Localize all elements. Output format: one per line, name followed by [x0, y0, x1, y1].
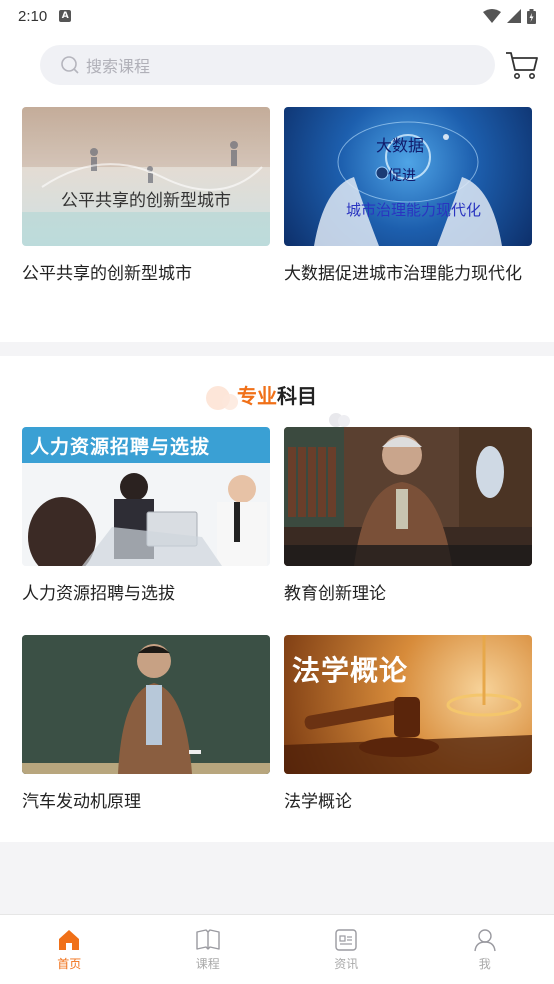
course-card[interactable]: 法学概论 法学概论 [284, 635, 532, 816]
status-time: 2:10 [18, 7, 48, 25]
course-thumbnail: 人力资源招聘与选拔 [22, 427, 270, 566]
cart-button[interactable] [504, 47, 540, 83]
thumbnail-banner: 人力资源招聘与选拔 [30, 436, 211, 458]
tab-news[interactable]: 资讯 [277, 915, 416, 984]
book-icon [196, 929, 220, 950]
course-thumbnail [22, 635, 270, 774]
course-thumbnail: 公平共享的创新型城市 [22, 107, 270, 246]
course-card[interactable]: 人力资源招聘与选拔 人力资源招聘与选拔 [22, 427, 270, 608]
featured-card[interactable]: 大数据 促进 城市治理能力现代化 大数据促进城市治理能力现代化 [284, 107, 532, 288]
signal-icon [507, 9, 521, 23]
wifi-icon [483, 9, 501, 23]
course-title: 汽车发动机原理 [22, 792, 141, 812]
tab-me[interactable]: 我 [416, 915, 554, 984]
course-card[interactable]: 汽车发动机原理 [22, 635, 270, 816]
search-placeholder: 搜索课程 [86, 57, 151, 76]
tab-label: 首页 [57, 957, 82, 971]
section-title: 专业 科目 [0, 374, 554, 427]
subjects-section: 专业 科目 人力资源招聘与选拔 人力资源招聘与选拔 教育创新理论 汽车发动机原理… [0, 356, 554, 842]
course-title: 教育创新理论 [284, 584, 386, 604]
course-thumbnail: 法学概论 [284, 635, 532, 774]
search-icon [61, 56, 79, 74]
featured-card[interactable]: 公平共享的创新型城市 公平共享的创新型城市 [22, 107, 270, 288]
section-title-highlight: 专业 [237, 383, 277, 408]
tab-home[interactable]: 首页 [0, 915, 139, 984]
news-icon [335, 929, 357, 951]
course-title: 人力资源招聘与选拔 [22, 584, 175, 604]
thumbnail-caption-bottom: 城市治理能力现代化 [346, 201, 482, 219]
status-bar: 2:10 A [0, 0, 554, 32]
course-thumbnail [284, 427, 532, 566]
search-input[interactable]: 搜索课程 [40, 45, 495, 85]
tab-courses[interactable]: 课程 [139, 915, 278, 984]
section-title-rest: 科目 [277, 383, 317, 408]
notification-icon: A [59, 10, 72, 22]
search-header: 搜索课程 [0, 32, 554, 98]
thumbnail-caption-top: 大数据 [376, 136, 425, 155]
thumbnail-caption: 公平共享的创新型城市 [61, 191, 231, 211]
course-title: 公平共享的创新型城市 [22, 264, 192, 284]
bottom-tab-bar: 首页 课程 资讯 我 [0, 914, 554, 984]
cloud-left-icon [206, 386, 238, 410]
thumbnail-banner: 法学概论 [292, 654, 409, 687]
tab-label: 课程 [195, 957, 220, 971]
user-icon [474, 929, 496, 952]
tab-label: 资讯 [334, 957, 359, 971]
course-title: 大数据促进城市治理能力现代化 [284, 264, 522, 284]
featured-section: 公平共享的创新型城市 公平共享的创新型城市 大数据 促进 城市治理能力现代化 大… [0, 98, 554, 342]
home-icon [59, 930, 80, 950]
tab-label: 我 [478, 957, 491, 971]
battery-icon [527, 8, 536, 24]
course-thumbnail: 大数据 促进 城市治理能力现代化 [284, 107, 532, 246]
status-icons [483, 8, 536, 24]
thumbnail-caption-mid: 促进 [388, 168, 416, 184]
course-title: 法学概论 [284, 792, 352, 812]
course-card[interactable]: 教育创新理论 [284, 427, 532, 608]
cart-icon [506, 52, 538, 79]
